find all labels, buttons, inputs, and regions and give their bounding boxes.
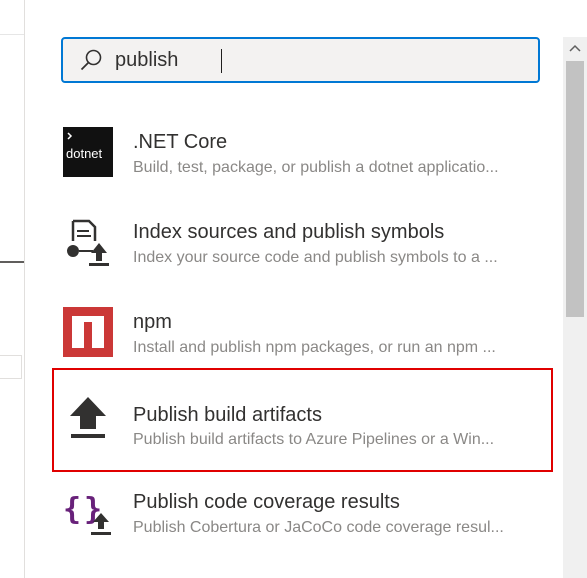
task-publish-code-coverage[interactable]: { } Publish code coverage results Publis… bbox=[53, 473, 553, 561]
task-description: Publish build artifacts to Azure Pipelin… bbox=[133, 431, 495, 448]
search-input[interactable] bbox=[115, 45, 515, 75]
task-index-sources[interactable]: Index sources and publish symbols Index … bbox=[53, 203, 553, 291]
background-field bbox=[0, 355, 22, 379]
index-symbols-icon bbox=[67, 219, 109, 266]
task-publish-build-artifacts[interactable]: Publish build artifacts Publish build ar… bbox=[52, 368, 553, 472]
task-picker-panel: dotnet .NET Core Build, test, package, o… bbox=[25, 0, 587, 578]
svg-text:{: { bbox=[63, 492, 81, 527]
dotnet-icon: dotnet bbox=[63, 127, 113, 177]
task-name: .NET Core bbox=[133, 131, 228, 153]
background-editor bbox=[0, 0, 24, 578]
scrollbar[interactable] bbox=[563, 37, 587, 578]
task-description: Index your source code and publish symbo… bbox=[133, 249, 498, 266]
code-coverage-icon: { } bbox=[63, 492, 111, 535]
upload-arrow-icon bbox=[70, 397, 106, 438]
chevron-up-icon bbox=[569, 44, 581, 52]
search-icon bbox=[80, 49, 102, 71]
scroll-up-button[interactable] bbox=[563, 37, 587, 59]
search-box[interactable] bbox=[61, 37, 540, 83]
divider-line bbox=[0, 261, 24, 263]
scrollbar-thumb[interactable] bbox=[566, 61, 584, 317]
task-description: Install and publish npm packages, or run… bbox=[133, 339, 496, 356]
task-name: Index sources and publish symbols bbox=[133, 221, 445, 243]
task-description: Publish Cobertura or JaCoCo code coverag… bbox=[133, 519, 504, 536]
task-name: Publish build artifacts bbox=[133, 404, 322, 426]
npm-icon bbox=[63, 307, 113, 357]
task-name: Publish code coverage results bbox=[133, 491, 400, 513]
task-name: npm bbox=[133, 311, 172, 333]
task-dotnet-core[interactable]: dotnet .NET Core Build, test, package, o… bbox=[53, 113, 553, 201]
text-cursor bbox=[221, 49, 222, 73]
divider-line bbox=[0, 34, 24, 35]
task-description: Build, test, package, or publish a dotne… bbox=[133, 159, 499, 176]
dotnet-icon-label: dotnet bbox=[66, 146, 103, 161]
